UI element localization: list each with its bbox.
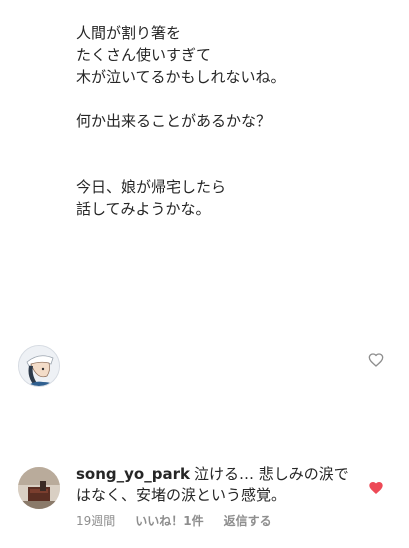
heart-filled-icon bbox=[369, 482, 383, 494]
like-heart-icon[interactable] bbox=[368, 352, 384, 368]
comment-likes-count[interactable]: いいね！1件 bbox=[135, 513, 203, 529]
caption-paragraph: 何か出来ることがあるかな？ bbox=[76, 112, 272, 130]
heart-outline-icon bbox=[368, 353, 384, 367]
caption-paragraph: 今日、娘が帰宅したら 話してみようかな。 bbox=[76, 178, 227, 218]
commenter-avatar[interactable] bbox=[18, 467, 60, 509]
post-caption: 人間が割り箸を たくさん使いすぎて 木が泣いてるかもしれないね。 何か出来ること… bbox=[76, 22, 386, 220]
comment-username[interactable]: song_yo_park bbox=[76, 465, 190, 483]
caption-paragraph: 人間が割り箸を たくさん使いすぎて 木が泣いてるかもしれないね。 bbox=[76, 24, 286, 86]
comment: song_yo_park 泣ける… 悲しみの涙ではなく、安堵の涙という感覚。 bbox=[76, 464, 356, 506]
comment-like-button[interactable] bbox=[368, 480, 384, 496]
reply-button[interactable]: 返信する bbox=[224, 513, 272, 529]
avatar-photo bbox=[18, 467, 60, 509]
avatar-illustration bbox=[19, 346, 59, 386]
comment-meta: 19週間 いいね！1件 返信する bbox=[76, 513, 272, 529]
comment-timestamp: 19週間 bbox=[76, 514, 116, 528]
author-avatar[interactable] bbox=[18, 345, 60, 387]
